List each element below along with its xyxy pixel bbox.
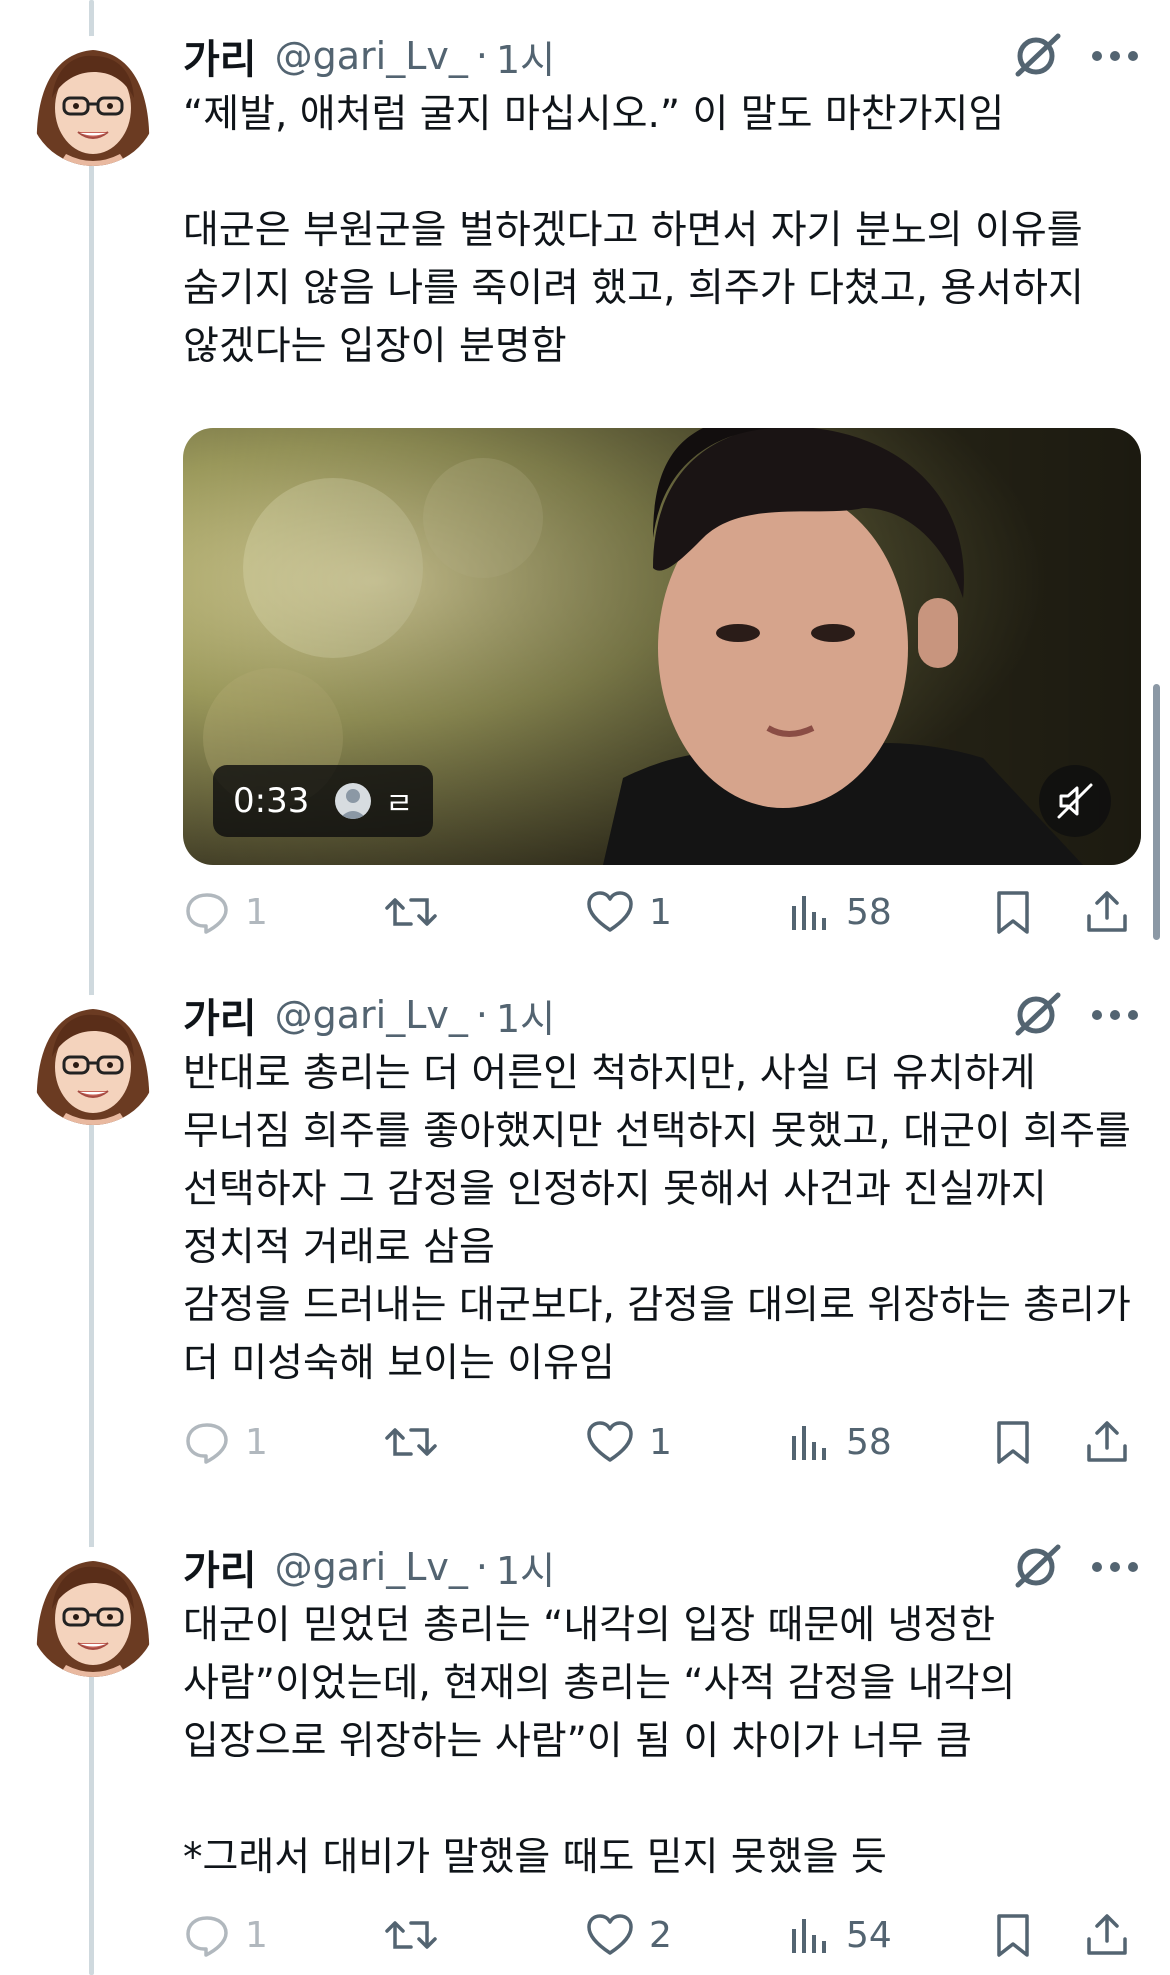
- reply-count: 1: [245, 1421, 268, 1463]
- action-bar: 1 1 58: [183, 882, 1143, 942]
- retweet-icon: [385, 1921, 437, 1949]
- reply-button[interactable]: 1: [183, 1412, 268, 1472]
- video-duration-badge: 0:33 ㄹ: [213, 765, 433, 837]
- bookmark-icon: [997, 1421, 1029, 1464]
- reply-button[interactable]: 1: [183, 1905, 268, 1965]
- tweet-text: 대군이 믿었던 총리는 “내각의 입장 때문에 냉정한 사람”이었는데, 현재의…: [183, 1603, 1016, 1880]
- timestamp[interactable]: 1시: [496, 1540, 555, 1595]
- more-options-icon[interactable]: [1085, 28, 1145, 84]
- like-count: 1: [649, 891, 672, 933]
- separator-dot: ·: [475, 993, 488, 1037]
- retweet-icon: [385, 1428, 437, 1456]
- grok-icon[interactable]: [1008, 987, 1064, 1043]
- views-icon: [792, 1426, 826, 1460]
- like-button[interactable]: 2: [585, 1905, 672, 1965]
- author-name[interactable]: 가리: [183, 1538, 257, 1596]
- bookmark-icon: [997, 891, 1029, 934]
- action-bar: 1 2 54: [183, 1905, 1143, 1965]
- reply-button[interactable]: 1: [183, 882, 268, 942]
- share-icon: [1087, 1421, 1127, 1462]
- reply-icon: [186, 893, 228, 934]
- video-duration: 0:33: [233, 781, 310, 821]
- reply-icon: [186, 1423, 228, 1464]
- separator-dot: ·: [475, 1545, 488, 1589]
- thread-connector-line: [89, 0, 94, 1975]
- avatar[interactable]: [28, 1547, 158, 1677]
- share-button[interactable]: [1083, 882, 1131, 942]
- views-icon: [792, 896, 826, 930]
- like-count: 2: [649, 1914, 672, 1956]
- views-button[interactable]: 58: [788, 882, 892, 942]
- author-name[interactable]: 가리: [183, 986, 257, 1044]
- share-icon: [1087, 1914, 1127, 1955]
- bookmark-button[interactable]: [991, 1412, 1035, 1472]
- timestamp[interactable]: 1시: [496, 988, 555, 1043]
- tweet-header: 가리 @gari_Lv_ · 1시: [183, 1537, 555, 1597]
- avatar[interactable]: [28, 36, 158, 166]
- tweet-text: 반대로 총리는 더 어른인 척하지만, 사실 더 유치하게 무너짐 희주를 좋아…: [183, 1051, 1131, 1386]
- reply-icon: [186, 1916, 228, 1957]
- views-icon: [792, 1919, 826, 1953]
- share-icon: [1087, 891, 1127, 932]
- heart-icon: [587, 1914, 633, 1955]
- grok-icon[interactable]: [1008, 28, 1064, 84]
- share-button[interactable]: [1083, 1412, 1131, 1472]
- heart-icon: [587, 1421, 633, 1462]
- avatar[interactable]: [28, 995, 158, 1125]
- tweet-header: 가리 @gari_Lv_ · 1시: [183, 985, 555, 1045]
- like-count: 1: [649, 1421, 672, 1463]
- views-button[interactable]: 54: [788, 1905, 892, 1965]
- author-handle[interactable]: @gari_Lv_: [275, 34, 468, 78]
- timestamp[interactable]: 1시: [496, 29, 555, 84]
- retweet-button[interactable]: [383, 1905, 439, 1965]
- bookmark-button[interactable]: [991, 882, 1035, 942]
- heart-icon: [587, 891, 633, 932]
- retweet-button[interactable]: [383, 882, 439, 942]
- like-button[interactable]: 1: [585, 882, 672, 942]
- action-bar: 1 1 58: [183, 1412, 1143, 1472]
- scrollbar[interactable]: [1153, 684, 1160, 940]
- views-button[interactable]: 58: [788, 1412, 892, 1472]
- share-button[interactable]: [1083, 1905, 1131, 1965]
- user-icon: [335, 783, 372, 819]
- bookmark-button[interactable]: [991, 1905, 1035, 1965]
- video-player[interactable]: 0:33 ㄹ: [183, 428, 1141, 865]
- retweet-icon: [385, 898, 437, 926]
- grok-icon[interactable]: [1008, 1539, 1064, 1595]
- tweet-text: “제발, 애처럼 굴지 마십시오.” 이 말도 마찬가지임 대군은 부원군을 벌…: [183, 92, 1084, 369]
- author-handle[interactable]: @gari_Lv_: [275, 993, 468, 1037]
- reply-count: 1: [245, 1914, 268, 1956]
- video-user-label: ㄹ: [385, 787, 413, 822]
- views-count: 58: [846, 891, 892, 933]
- views-count: 54: [846, 1914, 892, 1956]
- retweet-button[interactable]: [383, 1412, 439, 1472]
- author-name[interactable]: 가리: [183, 27, 257, 85]
- more-options-icon[interactable]: [1085, 987, 1145, 1043]
- more-options-icon[interactable]: [1085, 1539, 1145, 1595]
- mute-icon[interactable]: [1039, 765, 1111, 837]
- author-handle[interactable]: @gari_Lv_: [275, 1545, 468, 1589]
- bookmark-icon: [997, 1914, 1029, 1957]
- tweet-header: 가리 @gari_Lv_ · 1시: [183, 26, 555, 86]
- views-count: 58: [846, 1421, 892, 1463]
- separator-dot: ·: [475, 34, 488, 78]
- reply-count: 1: [245, 891, 268, 933]
- like-button[interactable]: 1: [585, 1412, 672, 1472]
